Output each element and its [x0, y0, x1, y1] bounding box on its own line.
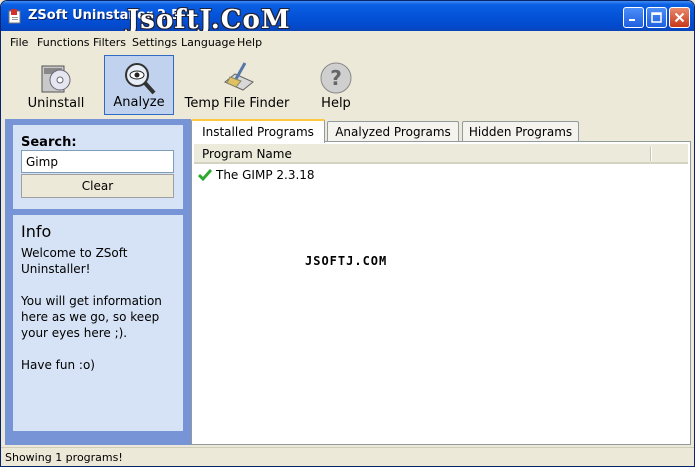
info-title: Info	[21, 222, 52, 241]
installed-programs-pane: Program Name The GIMP 2.3.18 JSOFTJ.COM	[191, 141, 691, 445]
tab-installed-programs[interactable]: Installed Programs	[191, 119, 325, 143]
maximize-icon	[651, 12, 662, 23]
main-content: Installed Programs Analyzed Programs Hid…	[191, 119, 691, 445]
app-icon	[8, 9, 21, 24]
tab-hidden-programs[interactable]: Hidden Programs	[462, 121, 579, 143]
menu-language[interactable]: Language	[181, 36, 235, 49]
close-button[interactable]	[669, 7, 690, 28]
menu-help[interactable]: Help	[237, 36, 262, 49]
minimize-icon	[629, 19, 635, 21]
analyze-label: Analyze	[113, 95, 165, 110]
search-label: Search:	[21, 135, 77, 150]
sidebar: Search: Clear Info Welcome to ZSoft Unin…	[5, 119, 191, 445]
menu-settings[interactable]: Settings	[132, 36, 177, 49]
menu-bar: File Functions Filters Settings Language…	[1, 31, 694, 53]
program-name: The GIMP 2.3.18	[216, 168, 315, 182]
column-divider[interactable]	[650, 147, 652, 161]
temp-file-finder-label: Temp File Finder	[184, 96, 290, 111]
analyze-button[interactable]: Analyze	[104, 55, 174, 115]
status-text: Showing 1 programs!	[5, 451, 123, 464]
column-header[interactable]: Program Name	[194, 144, 688, 164]
magnifier-eye-icon	[125, 63, 156, 95]
checkmark-icon	[198, 169, 212, 182]
status-bar: Showing 1 programs!	[1, 447, 694, 466]
toolbar: Uninstall Analyze Temp File Finder ? Hel…	[1, 53, 694, 117]
menu-functions[interactable]: Functions	[37, 36, 90, 49]
help-label: Help	[321, 96, 351, 111]
clear-button[interactable]: Clear	[21, 174, 174, 198]
close-icon	[674, 12, 685, 23]
temp-file-finder-button[interactable]: Temp File Finder	[181, 55, 293, 115]
help-button[interactable]: ? Help	[306, 55, 366, 115]
svg-text:?: ?	[330, 66, 342, 90]
program-list[interactable]: Program Name The GIMP 2.3.18 JSOFTJ.COM	[194, 144, 688, 442]
tab-analyzed-programs[interactable]: Analyzed Programs	[327, 121, 459, 143]
uninstall-label: Uninstall	[27, 96, 85, 111]
minimize-button[interactable]	[623, 7, 644, 28]
app-window: ZSoft Uninstaller 2.5 JsoftJ.CoM File Fu…	[0, 0, 695, 467]
search-input[interactable]	[21, 150, 174, 173]
uninstall-button[interactable]: Uninstall	[21, 55, 91, 115]
maximize-button[interactable]	[646, 7, 667, 28]
question-mark-icon: ?	[320, 62, 352, 94]
watermark-center-text: JSOFTJ.COM	[305, 254, 388, 268]
broom-icon	[224, 62, 254, 91]
list-item[interactable]: The GIMP 2.3.18	[194, 166, 688, 184]
title-bar[interactable]: ZSoft Uninstaller 2.5 JsoftJ.CoM	[1, 1, 694, 35]
info-text: Welcome to ZSoft Uninstaller! You will g…	[21, 246, 162, 372]
menu-file[interactable]: File	[10, 36, 28, 49]
column-header-program-name: Program Name	[202, 147, 292, 161]
uninstall-icon	[41, 65, 71, 93]
menu-filters[interactable]: Filters	[93, 36, 126, 49]
